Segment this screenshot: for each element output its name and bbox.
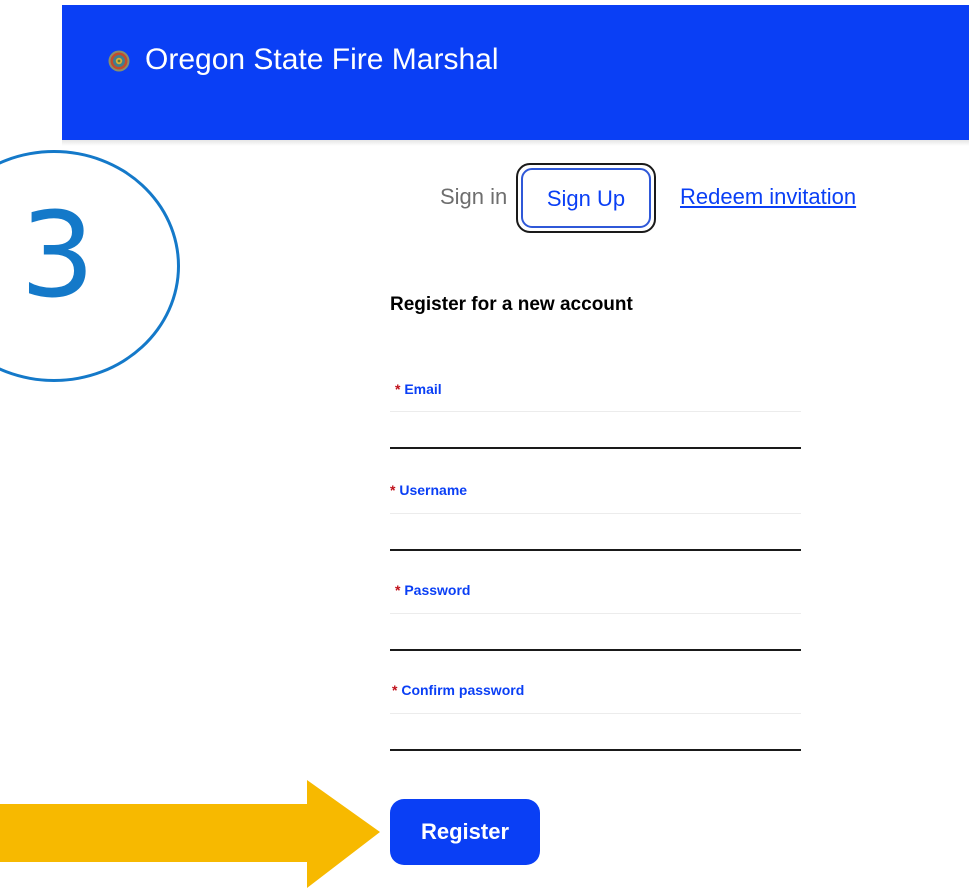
tab-sign-in[interactable]: Sign in — [440, 183, 507, 211]
confirm-password-label: * Confirm password — [392, 681, 524, 699]
confirm-password-field[interactable] — [390, 713, 801, 751]
required-mark: * — [392, 682, 398, 698]
username-label-text: Username — [399, 482, 468, 498]
tab-sign-up-label: Sign Up — [546, 186, 626, 211]
password-field[interactable] — [390, 613, 801, 651]
register-button[interactable]: Register — [390, 799, 540, 865]
tab-sign-up[interactable]: Sign Up — [516, 163, 656, 233]
tab-redeem-invitation[interactable]: Redeem invitation — [680, 183, 856, 211]
step-number: 3 — [20, 186, 96, 324]
seal-icon — [108, 50, 130, 72]
form-heading: Register for a new account — [390, 294, 633, 315]
header-shadow — [62, 140, 969, 146]
email-field[interactable] — [390, 411, 801, 449]
confirm-password-label-text: Confirm password — [401, 682, 525, 698]
site-title[interactable]: Oregon State Fire Marshal — [145, 42, 498, 78]
username-label: * Username — [390, 481, 467, 499]
pointer-arrow-icon — [0, 780, 380, 888]
password-label-text: Password — [404, 582, 471, 598]
required-mark: * — [395, 582, 401, 598]
email-label: * Email — [395, 380, 442, 398]
email-label-text: Email — [404, 381, 442, 397]
username-field[interactable] — [390, 513, 801, 551]
password-label: * Password — [395, 581, 470, 599]
required-mark: * — [390, 482, 396, 498]
page: Oregon State Fire Marshal 3 Sign in Sign… — [0, 0, 969, 888]
required-mark: * — [395, 381, 401, 397]
